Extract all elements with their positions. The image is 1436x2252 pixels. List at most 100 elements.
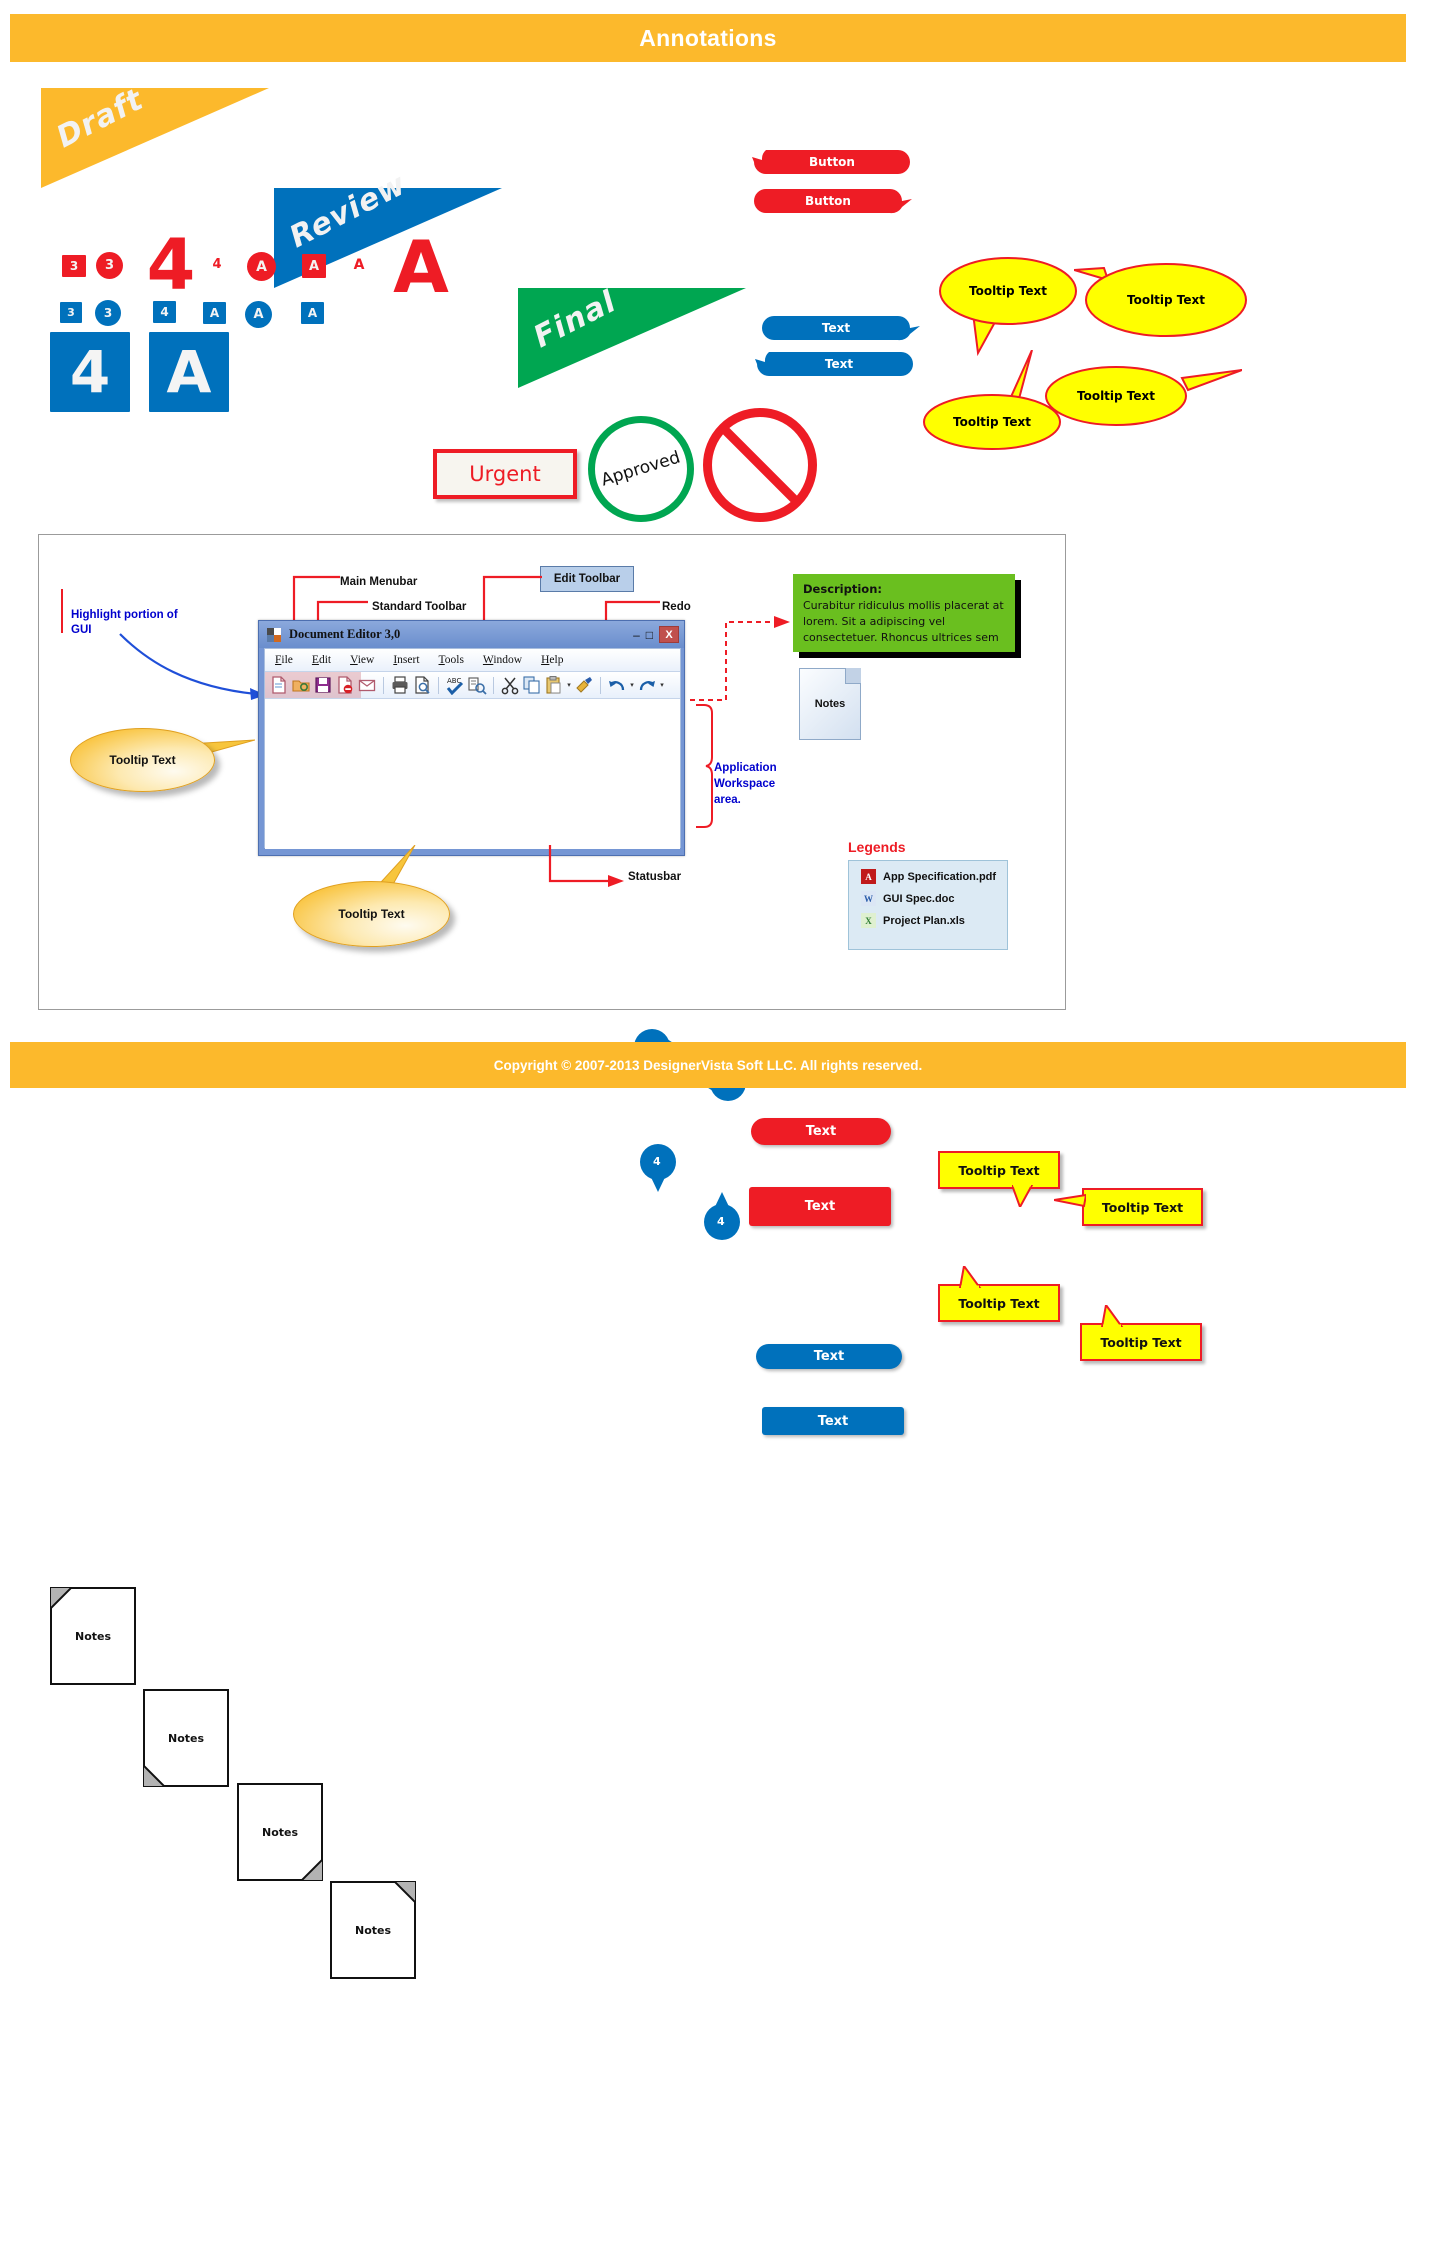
description-box: Description: Curabitur ridiculus mollis …	[793, 574, 1015, 652]
spellcheck-icon[interactable]: ABC	[445, 675, 465, 695]
pin-blue-up: 4	[704, 1192, 740, 1240]
save-icon[interactable]	[313, 675, 333, 695]
badge-red-plain-4-large: 4	[140, 230, 202, 300]
open-folder-icon[interactable]	[291, 675, 311, 695]
envelope-icon[interactable]	[357, 675, 377, 695]
tooltip-oval-1: Tooltip Text	[936, 253, 1096, 363]
statusbar-arrow-icon	[548, 845, 624, 887]
annotation-standard-toolbar: Standard Toolbar	[372, 601, 467, 613]
note-page-3: Notes	[237, 1783, 323, 1881]
toolbar-separator	[493, 676, 494, 694]
menu-item-tools[interactable]: Tools	[439, 654, 464, 666]
legend-item-doc[interactable]: W GUI Spec.doc	[861, 891, 1007, 906]
tooltip-box-3: Tooltip Text	[938, 1266, 1060, 1322]
badge-blue-square-4: 4	[153, 301, 176, 323]
description-title: Description:	[803, 582, 882, 596]
tooltip-label: Tooltip Text	[1126, 293, 1206, 307]
badge-red-square-A: A	[302, 254, 326, 278]
callout-oval-icon	[939, 257, 1077, 357]
close-button[interactable]: X	[659, 626, 679, 643]
tooltip-label: Tooltip Text	[968, 284, 1048, 298]
tooltip-box-4: Tooltip Text	[1080, 1305, 1202, 1361]
undo-icon[interactable]	[607, 675, 627, 695]
badge-label: 4	[146, 224, 196, 306]
badge-blue-square-A1: A	[203, 302, 226, 324]
toolbar-separator	[600, 676, 601, 694]
redo-dropdown-arrow-icon[interactable]: ▾	[658, 675, 666, 695]
pill-text-blue-rect[interactable]: Text	[762, 1407, 904, 1435]
legend-label: Project Plan.xls	[883, 914, 965, 927]
annotation-main-menubar: Main Menubar	[340, 576, 418, 588]
tooltip-tail-icon	[958, 1266, 982, 1288]
new-document-icon[interactable]	[269, 675, 289, 695]
excel-icon: X	[861, 913, 876, 928]
format-painter-icon[interactable]	[574, 675, 594, 695]
pill-text-blue-rounded[interactable]: Text	[756, 1344, 902, 1369]
pdf-icon: A	[861, 869, 876, 884]
pill-text-blue-left[interactable]: Text	[755, 350, 915, 378]
pill-label: Text	[813, 1349, 845, 1364]
note-page-4: Notes	[330, 1881, 416, 1979]
main-menubar[interactable]: File Edit View Insert Tools Window Help	[265, 649, 680, 672]
pill-text-red-rounded[interactable]: Text	[751, 1118, 891, 1145]
pin-blue-down: 4	[640, 1144, 676, 1192]
approved-stamp: Approved	[588, 416, 694, 522]
minimize-button[interactable]: –	[633, 628, 640, 642]
tooltip-label: Tooltip Text	[109, 753, 176, 767]
paste-dropdown-arrow-icon[interactable]: ▾	[565, 675, 573, 695]
badge-blue-circle-A: A	[245, 301, 272, 328]
badge-label: A	[256, 258, 267, 275]
close-document-icon[interactable]	[335, 675, 355, 695]
cut-icon[interactable]	[500, 675, 520, 695]
notes-label: Notes	[814, 698, 846, 710]
badge-label: A	[353, 257, 365, 273]
undo-dropdown-arrow-icon[interactable]: ▾	[628, 675, 636, 695]
annotation-edit-toolbar: Edit Toolbar	[553, 573, 621, 585]
page-fold-icon	[50, 1587, 72, 1609]
tooltip-tail-icon	[1100, 1305, 1124, 1327]
description-body: Curabitur ridiculus mollis placerat at l…	[803, 599, 1004, 644]
pill-text-red-rect[interactable]: Text	[749, 1187, 891, 1226]
badge-red-plain-A-small: A	[350, 256, 368, 274]
pill-label: Text	[824, 357, 854, 371]
application-workspace[interactable]	[265, 699, 680, 849]
toolbar[interactable]: ABC ▾ ▾ ▾	[265, 672, 680, 699]
window-titlebar[interactable]: Document Editor 3,0 – □ X	[259, 621, 684, 648]
redo-icon[interactable]	[637, 675, 657, 695]
legend-item-xls[interactable]: X Project Plan.xls	[861, 913, 1007, 928]
description-connector-icon	[690, 616, 790, 701]
menu-item-window[interactable]: Window	[483, 654, 522, 666]
page-footer: Copyright © 2007-2013 DesignerVista Soft…	[10, 1042, 1406, 1088]
copy-icon[interactable]	[522, 675, 542, 695]
badge-label: 3	[69, 259, 79, 273]
legend-item-pdf[interactable]: A App Specification.pdf	[861, 869, 1007, 884]
tooltip-oval-2: Tooltip Text	[1074, 256, 1254, 342]
document-editor-window[interactable]: Document Editor 3,0 – □ X File Edit View…	[258, 620, 685, 856]
print-preview-icon[interactable]	[412, 675, 432, 695]
menu-item-view[interactable]: View	[350, 654, 374, 666]
print-icon[interactable]	[390, 675, 410, 695]
annotation-edit-toolbar-box: Edit Toolbar	[540, 566, 634, 592]
badge-blue-square-xl-4: 4	[50, 332, 130, 412]
page-fold-icon	[845, 668, 861, 684]
menu-item-insert[interactable]: Insert	[393, 654, 419, 666]
paste-icon[interactable]	[544, 675, 564, 695]
pill-text-blue-right[interactable]: Text	[760, 314, 920, 342]
badge-label: A	[393, 225, 449, 309]
note-page-2: Notes	[143, 1689, 229, 1787]
workspace-brace-icon	[696, 704, 713, 828]
find-replace-icon[interactable]	[467, 675, 487, 695]
pill-button-red-left[interactable]: Button	[752, 148, 912, 176]
note-page-1: Notes	[50, 1587, 136, 1685]
notes-document: Notes	[799, 668, 861, 740]
tooltip-label: Tooltip Text	[1100, 1334, 1182, 1350]
pill-button-red-right[interactable]: Button	[752, 187, 912, 215]
demo-tooltip-left: Tooltip Text	[70, 714, 255, 794]
menu-item-file[interactable]: File	[275, 654, 293, 666]
badge-label: 3	[104, 258, 115, 273]
pill-label: Button	[809, 155, 855, 169]
maximize-button[interactable]: □	[646, 628, 653, 642]
page-header: Annotations	[10, 14, 1406, 62]
menu-item-help[interactable]: Help	[541, 654, 563, 666]
menu-item-edit[interactable]: Edit	[312, 654, 331, 666]
